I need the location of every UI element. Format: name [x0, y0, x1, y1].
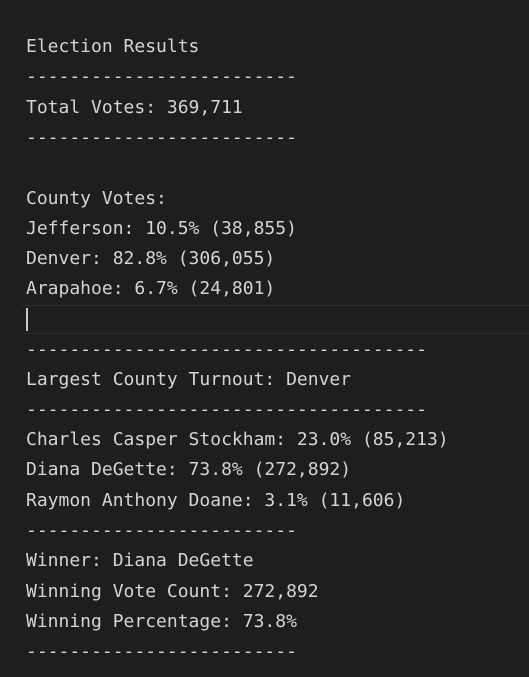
separator-line: -------------------------	[26, 641, 297, 662]
text-cursor	[26, 308, 28, 331]
separator-line: -------------------------	[26, 127, 297, 148]
winning-count-line: Winning Vote Count: 272,892	[26, 581, 319, 602]
county-line-jefferson: Jefferson: 10.5% (38,855)	[26, 218, 297, 239]
largest-county-line: Largest County Turnout: Denver	[26, 369, 352, 390]
county-header-line: County Votes:	[26, 188, 167, 209]
county-line-arapahoe: Arapahoe: 6.7% (24,801)	[26, 278, 276, 299]
winning-percentage-line: Winning Percentage: 73.8%	[26, 611, 297, 632]
separator-line: -------------------------------------	[26, 339, 427, 360]
title-line: Election Results	[26, 36, 200, 57]
text-editor[interactable]: Election Results -----------------------…	[0, 0, 529, 677]
candidate-line-degette: Diana DeGette: 73.8% (272,892)	[26, 459, 352, 480]
total-votes-line: Total Votes: 369,711	[26, 97, 243, 118]
separator-line: -------------------------	[26, 66, 297, 87]
winner-line: Winner: Diana DeGette	[26, 550, 254, 571]
current-line-highlight	[22, 305, 529, 334]
separator-line: -------------------------	[26, 520, 297, 541]
candidate-line-doane: Raymon Anthony Doane: 3.1% (11,606)	[26, 490, 406, 511]
candidate-line-stockham: Charles Casper Stockham: 23.0% (85,213)	[26, 429, 449, 450]
county-line-denver: Denver: 82.8% (306,055)	[26, 248, 276, 269]
separator-line: -------------------------------------	[26, 399, 427, 420]
